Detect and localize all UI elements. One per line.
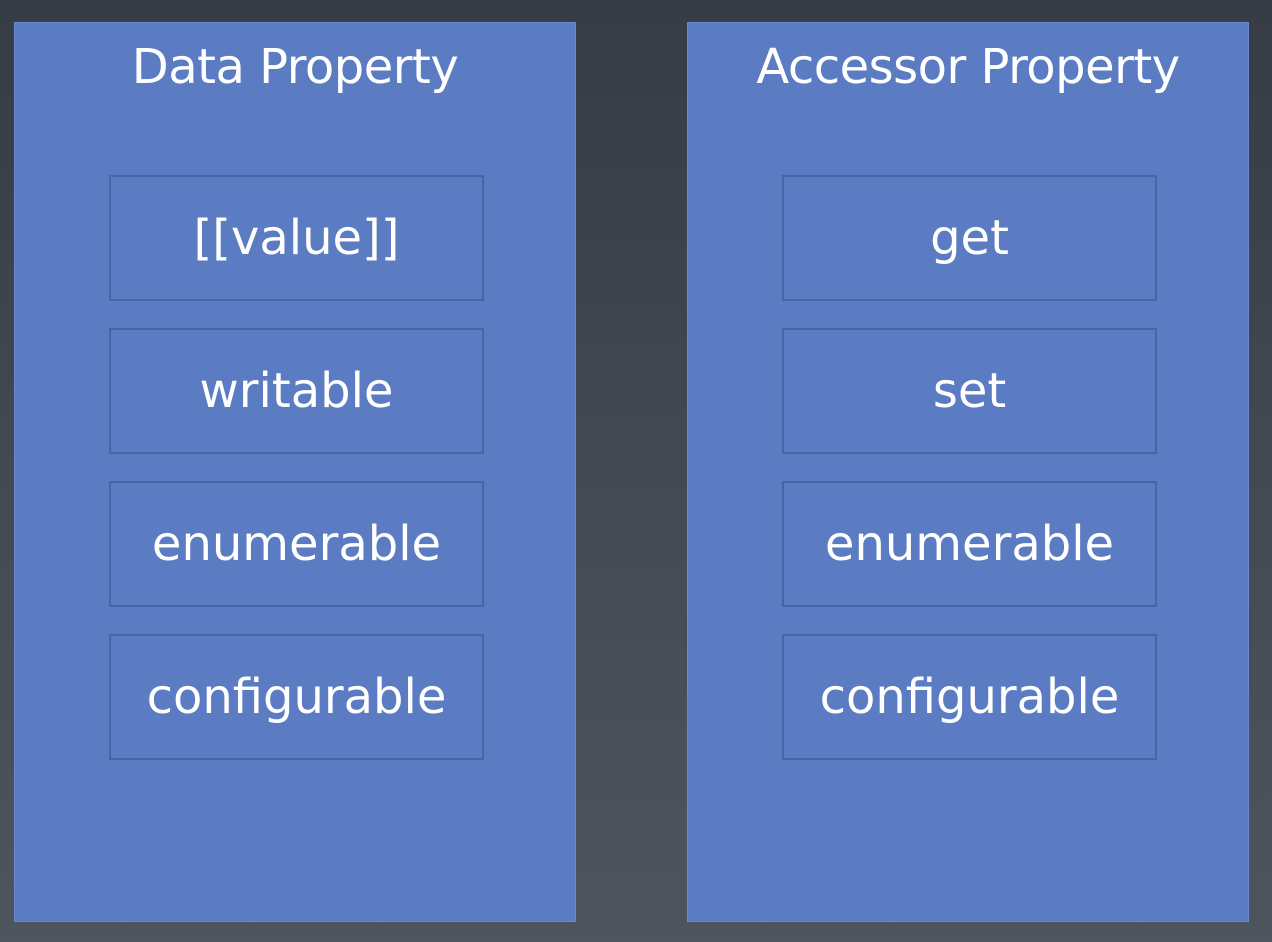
data-property-enumerable-attribute: enumerable — [109, 481, 484, 607]
data-property-title: Data Property — [131, 39, 459, 95]
accessor-property-title: Accessor Property — [756, 39, 1180, 95]
data-property-writable-attribute: writable — [109, 328, 484, 454]
data-property-configurable-attribute: configurable — [109, 634, 484, 760]
data-property-panel: Data Property [[value]] writable enumera… — [14, 22, 576, 922]
data-property-value-attribute: [[value]] — [109, 175, 484, 301]
accessor-property-get-attribute: get — [782, 175, 1157, 301]
accessor-property-panel: Accessor Property get set enumerable con… — [687, 22, 1249, 922]
accessor-property-set-attribute: set — [782, 328, 1157, 454]
accessor-property-configurable-attribute: configurable — [782, 634, 1157, 760]
accessor-property-enumerable-attribute: enumerable — [782, 481, 1157, 607]
